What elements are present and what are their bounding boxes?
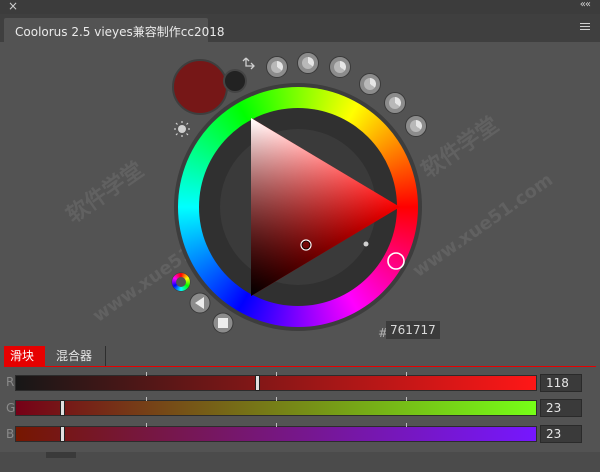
slider-label-b: B: [6, 427, 15, 441]
resize-handle[interactable]: [46, 452, 76, 458]
swap-icon[interactable]: [242, 57, 255, 70]
slider-thumb-r[interactable]: [255, 375, 260, 391]
square-mode-icon: [218, 318, 228, 328]
mode-tabs-divider: [4, 366, 596, 367]
mini-wheel-hole: [176, 277, 186, 287]
panel-bottom-bar: [0, 452, 600, 472]
preset-circle-2[interactable]: [297, 52, 319, 74]
preset-circle-1[interactable]: [266, 56, 288, 78]
slider-label-r: R: [6, 375, 15, 389]
slider-thumb-b[interactable]: [60, 426, 65, 442]
slider-label-g: G: [6, 401, 16, 415]
tab-sliders[interactable]: 滑块: [4, 346, 45, 366]
slider-value-g[interactable]: 23: [540, 399, 582, 417]
hex-value-field[interactable]: 761717: [386, 321, 440, 339]
slider-track-g[interactable]: [15, 397, 537, 416]
preset-circle-5[interactable]: [384, 92, 406, 114]
slider-value-b[interactable]: 23: [540, 425, 582, 443]
preset-circle-6[interactable]: [405, 115, 427, 137]
preset-circle-3[interactable]: [329, 56, 351, 78]
preset-circle-4[interactable]: [359, 73, 381, 95]
wheel-dot: [363, 241, 369, 247]
slider-track-b[interactable]: [15, 423, 537, 442]
slider-thumb-g[interactable]: [60, 400, 65, 416]
current-color-swatch[interactable]: [172, 59, 228, 115]
secondary-color-swatch[interactable]: [223, 69, 247, 93]
slider-value-r[interactable]: 118: [540, 374, 582, 392]
brightness-icon[interactable]: [178, 125, 186, 133]
slider-track-r[interactable]: [15, 372, 537, 391]
tab-mixer[interactable]: 混合器: [50, 346, 106, 366]
